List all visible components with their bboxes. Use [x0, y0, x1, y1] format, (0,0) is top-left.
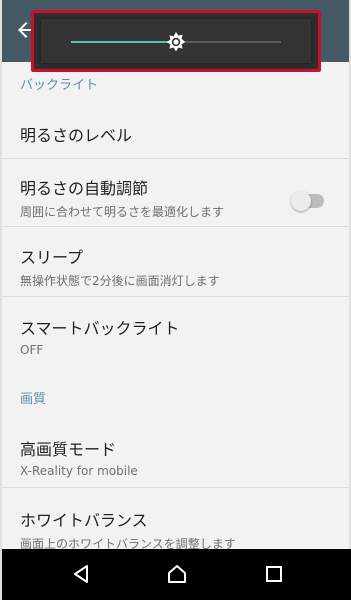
hq-mode-item[interactable]: 高画質モード X-Reality for mobile	[20, 436, 331, 478]
item-title: スリープ	[20, 248, 84, 267]
section-header-image-quality: 画質	[20, 392, 47, 407]
item-subtitle: 画面上のホワイトバランスを調整します	[20, 537, 236, 549]
smart-backlight-item[interactable]: スマートバックライト OFF	[20, 315, 331, 357]
item-subtitle: X-Reality for mobile	[20, 464, 138, 478]
toggle-knob	[291, 191, 311, 211]
item-subtitle: 周囲に合わせて明るさを最適化します	[20, 205, 225, 219]
brightness-dialog	[41, 19, 311, 63]
item-subtitle: OFF	[20, 343, 44, 357]
divider	[2, 226, 349, 227]
white-balance-item[interactable]: ホワイトバランス 画面上のホワイトバランスを調整します	[20, 507, 331, 549]
settings-screen: バックライト 明るさのレベル 明るさの自動調節 周囲に合わせて明るさを最適化しま…	[0, 0, 351, 600]
brightness-slider-fill	[71, 41, 176, 43]
item-title: 高画質モード	[20, 440, 117, 459]
nav-home-icon[interactable]	[166, 563, 188, 585]
item-title: スマートバックライト	[20, 319, 180, 338]
item-subtitle: 無操作状態で2分後に画面消灯します	[20, 274, 220, 288]
nav-recents-icon[interactable]	[263, 563, 285, 585]
divider	[2, 158, 349, 159]
brightness-popup	[31, 10, 321, 72]
section-header-backlight: バックライト	[20, 78, 99, 93]
brightness-icon[interactable]	[164, 30, 188, 54]
item-title: ホワイトバランス	[20, 511, 148, 530]
navigation-bar	[2, 549, 351, 600]
nav-back-icon[interactable]	[70, 563, 92, 585]
auto-brightness-item[interactable]: 明るさの自動調節 周囲に合わせて明るさを最適化します	[20, 175, 331, 220]
settings-list: バックライト 明るさのレベル 明るさの自動調節 周囲に合わせて明るさを最適化しま…	[2, 62, 349, 549]
auto-brightness-toggle[interactable]	[291, 191, 324, 211]
item-title: 明るさの自動調節	[20, 179, 149, 198]
item-title: 明るさのレベル	[20, 126, 133, 145]
divider	[2, 487, 349, 488]
sleep-item[interactable]: スリープ 無操作状態で2分後に画面消灯します	[20, 244, 331, 289]
divider	[2, 296, 349, 297]
brightness-level-item[interactable]: 明るさのレベル	[20, 122, 331, 146]
